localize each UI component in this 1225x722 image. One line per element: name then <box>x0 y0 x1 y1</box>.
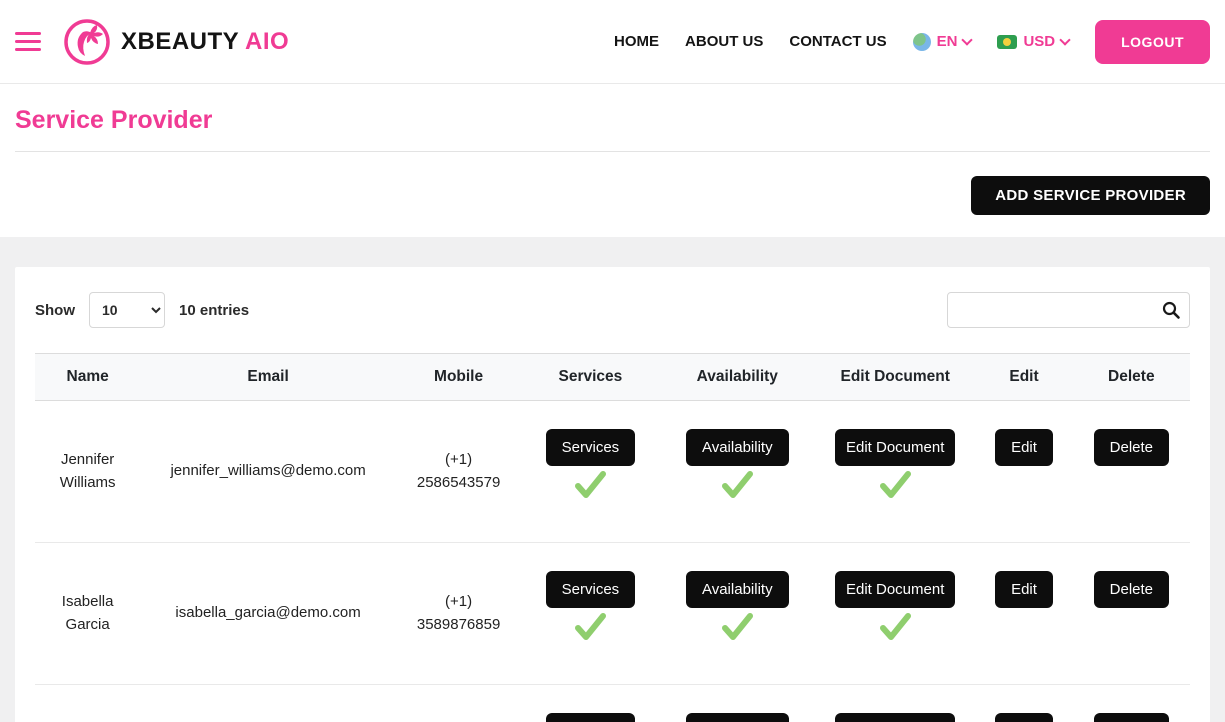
provider-email: jennifer_williams@demo.com <box>140 401 396 543</box>
header-edit: Edit <box>975 354 1072 401</box>
page-size-select[interactable]: 10 <box>89 292 165 328</box>
delete-button[interactable]: Delete <box>1094 429 1169 466</box>
chevron-down-icon <box>962 34 973 45</box>
provider-email: isabella_garcia@demo.com <box>140 543 396 685</box>
provider-mobile: (+1) 3589876859 <box>396 543 521 685</box>
nav-home[interactable]: HOME <box>614 33 659 50</box>
table-header-row: Name Email Mobile Services Availability … <box>35 354 1190 401</box>
service-provider-table: Name Email Mobile Services Availability … <box>35 353 1190 722</box>
edit-document-button[interactable]: Edit Document <box>835 713 955 722</box>
table-controls: Show 10 10 entries <box>35 292 1190 328</box>
delete-button[interactable]: Delete <box>1094 713 1169 722</box>
header-services: Services <box>521 354 659 401</box>
header-name: Name <box>35 354 140 401</box>
provider-mobile: (+1) <box>396 685 521 722</box>
check-icon <box>719 612 755 642</box>
services-button[interactable]: Services <box>546 429 636 466</box>
table-row: (+1) Services Availability Edit Document… <box>35 685 1190 722</box>
table-row: Isabella Garcia isabella_garcia@demo.com… <box>35 543 1190 685</box>
table-row: Jennifer Williams jennifer_williams@demo… <box>35 401 1190 543</box>
delete-button[interactable]: Delete <box>1094 571 1169 608</box>
nav-about-us[interactable]: ABOUT US <box>685 33 763 50</box>
header-delete: Delete <box>1073 354 1190 401</box>
entries-label: 10 entries <box>179 302 249 319</box>
provider-name: Jennifer Williams <box>35 401 140 543</box>
edit-document-button[interactable]: Edit Document <box>835 571 955 608</box>
check-icon <box>719 470 755 500</box>
show-label: Show <box>35 302 75 319</box>
check-icon <box>877 470 913 500</box>
logout-button[interactable]: LOGOUT <box>1095 20 1210 64</box>
table-card: Show 10 10 entries Name Email <box>15 267 1210 722</box>
brand-logo[interactable]: XBEAUTY AIO <box>63 18 289 66</box>
provider-name <box>35 685 140 722</box>
currency-selector[interactable]: USD <box>997 33 1069 50</box>
check-icon <box>877 612 913 642</box>
top-nav: HOME ABOUT US CONTACT US EN USD LOGOUT <box>614 20 1210 64</box>
header-availability: Availability <box>660 354 815 401</box>
provider-name: Isabella Garcia <box>35 543 140 685</box>
content-area: Show 10 10 entries Name Email <box>0 237 1225 722</box>
check-icon <box>572 470 608 500</box>
availability-button[interactable]: Availability <box>686 571 789 608</box>
chevron-down-icon <box>1059 34 1070 45</box>
services-button[interactable]: Services <box>546 713 636 722</box>
globe-icon <box>913 33 931 51</box>
search-input[interactable] <box>947 292 1190 328</box>
edit-document-button[interactable]: Edit Document <box>835 429 955 466</box>
language-selector[interactable]: EN <box>913 33 972 51</box>
header-mobile: Mobile <box>396 354 521 401</box>
top-header: XBEAUTY AIO HOME ABOUT US CONTACT US EN … <box>0 0 1225 84</box>
banknote-icon <box>997 35 1017 49</box>
provider-email <box>140 685 396 722</box>
services-button[interactable]: Services <box>546 571 636 608</box>
header-edit-document: Edit Document <box>815 354 975 401</box>
header-email: Email <box>140 354 396 401</box>
page-head: Service Provider ADD SERVICE PROVIDER <box>0 84 1225 237</box>
menu-icon[interactable] <box>15 32 41 51</box>
edit-button[interactable]: Edit <box>995 713 1053 722</box>
nav-contact-us[interactable]: CONTACT US <box>789 33 886 50</box>
search-icon[interactable] <box>1161 300 1181 320</box>
edit-button[interactable]: Edit <box>995 571 1053 608</box>
add-service-provider-button[interactable]: ADD SERVICE PROVIDER <box>971 176 1210 215</box>
logo-icon <box>63 18 111 66</box>
page-title: Service Provider <box>15 98 1210 151</box>
availability-button[interactable]: Availability <box>686 713 789 722</box>
edit-button[interactable]: Edit <box>995 429 1053 466</box>
brand-name: XBEAUTY AIO <box>121 28 289 56</box>
provider-mobile: (+1) 2586543579 <box>396 401 521 543</box>
check-icon <box>572 612 608 642</box>
availability-button[interactable]: Availability <box>686 429 789 466</box>
